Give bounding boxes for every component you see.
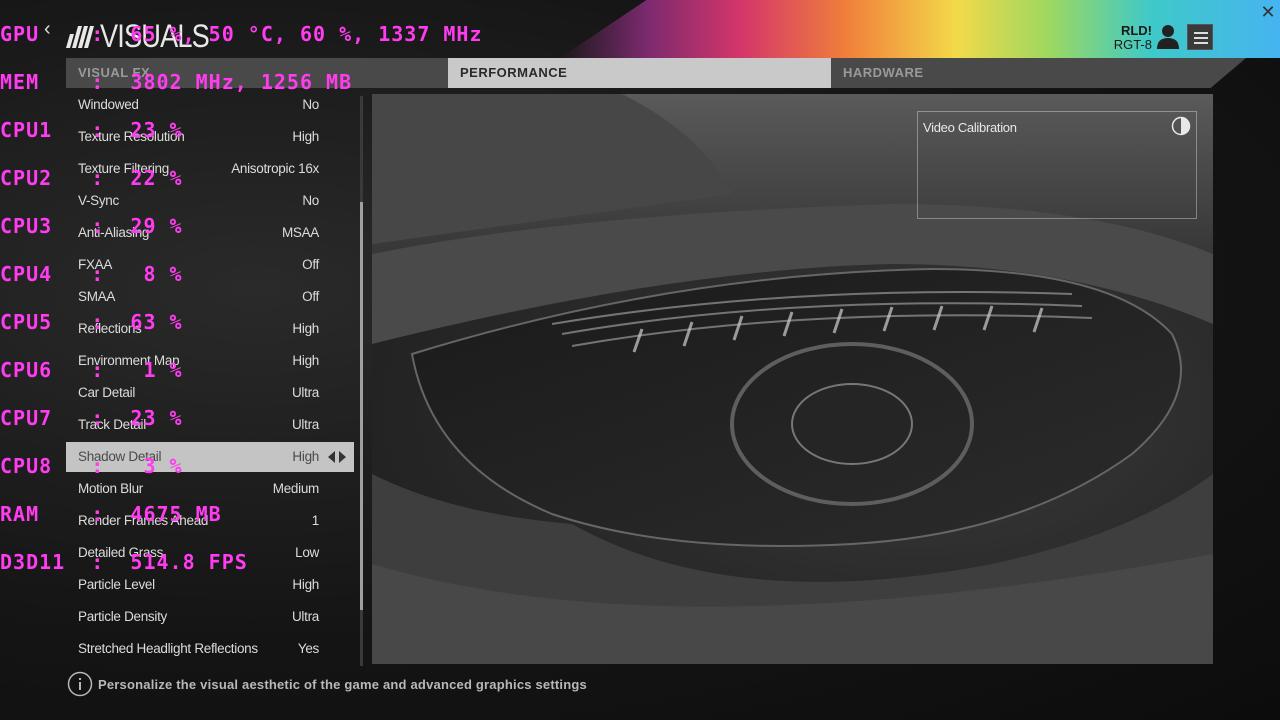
setting-label: Particle Level <box>78 577 155 592</box>
setting-particle-density[interactable]: Particle Density Ultra <box>66 602 354 632</box>
setting-value: Off <box>302 257 319 272</box>
tab-bar: VISUAL FX PERFORMANCE HARDWARE <box>66 58 1246 88</box>
setting-value: High <box>292 353 319 368</box>
setting-value: Yes <box>297 641 319 656</box>
setting-label: FXAA <box>78 257 113 272</box>
setting-label: SMAA <box>78 289 116 304</box>
setting-value: Anisotropic 16x <box>231 161 319 176</box>
settings-list: Windowed No Texture Resolution High Text… <box>66 90 354 666</box>
setting-value: Low <box>295 545 319 560</box>
setting-track-detail[interactable]: Track Detail Ultra <box>66 410 354 440</box>
back-chevron-icon[interactable]: ‹ <box>44 19 58 39</box>
header-bar: ‹ VISUALS RLD! RGT-8 ✕ <box>0 0 1280 58</box>
setting-v-sync[interactable]: V-Sync No <box>66 186 354 216</box>
setting-shadow-detail[interactable]: Shadow Detail High <box>66 442 354 472</box>
setting-value: High <box>292 321 319 336</box>
setting-label: Car Detail <box>78 385 136 400</box>
footer-hint: Personalize the visual aesthetic of the … <box>98 677 587 692</box>
setting-anti-aliasing[interactable]: Anti-Aliasing MSAA <box>66 218 354 248</box>
tab-visual-fx[interactable]: VISUAL FX <box>66 58 448 88</box>
scrollbar-thumb[interactable] <box>360 202 363 610</box>
setting-label: Anti-Aliasing <box>78 225 150 240</box>
setting-stretched-headlight-reflections[interactable]: Stretched Headlight Reflections Yes <box>66 634 354 664</box>
setting-particle-level[interactable]: Particle Level High <box>66 570 354 600</box>
setting-texture-resolution[interactable]: Texture Resolution High <box>66 122 354 152</box>
setting-label: Render Frames Ahead <box>78 513 209 528</box>
user-name: RLD! <box>1120 23 1152 38</box>
setting-label: Texture Resolution <box>78 129 185 144</box>
setting-car-detail[interactable]: Car Detail Ultra <box>66 378 354 408</box>
setting-detailed-grass[interactable]: Detailed Grass Low <box>66 538 354 568</box>
setting-value: MSAA <box>281 225 319 240</box>
setting-label: Stretched Headlight Reflections <box>78 641 258 656</box>
setting-reflections[interactable]: Reflections High <box>66 314 354 344</box>
setting-label: Motion Blur <box>78 481 143 496</box>
settings-scrollbar[interactable] <box>360 96 363 666</box>
video-calibration-box[interactable]: Video Calibration <box>917 111 1197 219</box>
page-title: VISUALS <box>100 18 210 54</box>
user-id: RGT-8 <box>1113 37 1152 52</box>
user-info: RLD! RGT-8 <box>1114 24 1152 52</box>
setting-label: Environment Map <box>78 353 180 368</box>
tab-performance[interactable]: PERFORMANCE <box>448 58 831 88</box>
setting-texture-filtering[interactable]: Texture Filtering Anisotropic 16x <box>66 154 354 184</box>
setting-label: Texture Filtering <box>78 161 169 176</box>
setting-value: Ultra <box>291 385 319 400</box>
setting-value: No <box>302 97 319 112</box>
visuals-logo-icon <box>66 26 94 48</box>
setting-label: Detailed Grass <box>78 545 164 560</box>
setting-label: Shadow Detail <box>78 449 162 464</box>
setting-label: Track Detail <box>78 417 146 432</box>
menu-icon <box>1194 32 1208 34</box>
avatar-icon[interactable] <box>1154 22 1182 50</box>
tab-hardware[interactable]: HARDWARE <box>831 58 1214 88</box>
setting-motion-blur[interactable]: Motion Blur Medium <box>66 474 354 504</box>
setting-smaa[interactable]: SMAA Off <box>66 282 354 312</box>
setting-value: 1 <box>311 513 320 528</box>
setting-value: High <box>292 449 319 464</box>
setting-label: Reflections <box>78 321 142 336</box>
close-icon[interactable]: ✕ <box>1258 2 1278 22</box>
left-right-arrows-icon[interactable] <box>328 450 346 464</box>
video-calibration-label: Video Calibration <box>923 120 1017 135</box>
info-icon <box>67 671 93 697</box>
setting-value: Off <box>302 289 319 304</box>
setting-environment-map[interactable]: Environment Map High <box>66 346 354 376</box>
contrast-icon[interactable] <box>1171 116 1191 136</box>
setting-value: Ultra <box>291 417 319 432</box>
setting-value: High <box>292 129 319 144</box>
setting-render-frames-ahead[interactable]: Render Frames Ahead 1 <box>66 506 354 536</box>
setting-value: High <box>292 577 319 592</box>
setting-value: Ultra <box>291 609 319 624</box>
setting-fxaa[interactable]: FXAA Off <box>66 250 354 280</box>
setting-label: V-Sync <box>78 193 119 208</box>
setting-label: Windowed <box>78 97 139 112</box>
menu-button[interactable] <box>1187 24 1213 50</box>
setting-value: No <box>302 193 319 208</box>
setting-windowed[interactable]: Windowed No <box>66 90 354 120</box>
setting-label: Particle Density <box>78 609 167 624</box>
setting-value: Medium <box>272 481 320 496</box>
